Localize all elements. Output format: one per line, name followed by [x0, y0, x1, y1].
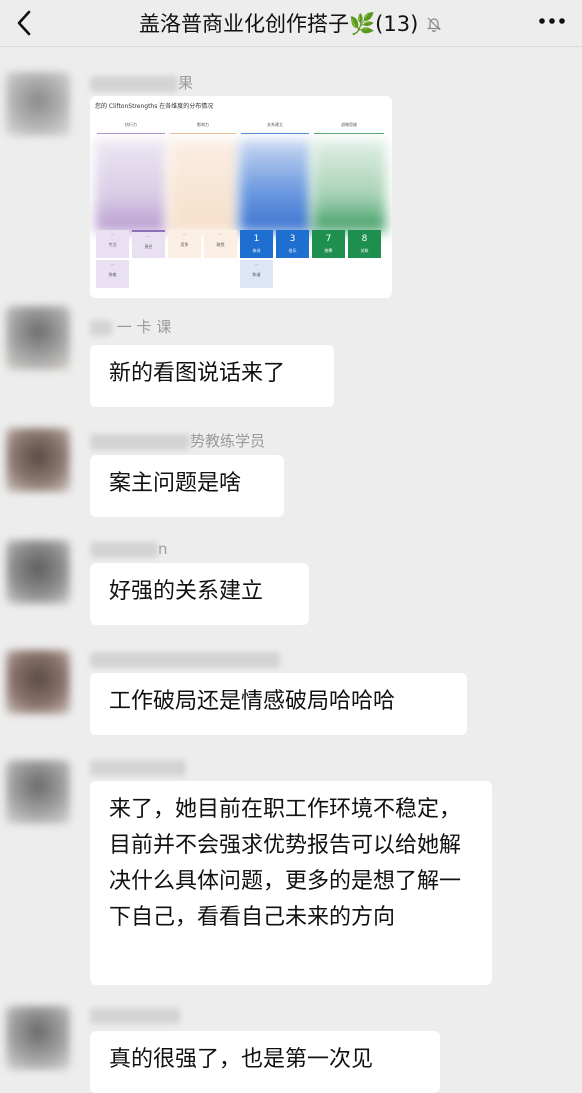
sender-name: [90, 650, 280, 668]
sender-name: 势教练学员: [90, 430, 265, 451]
sender-name: [90, 1006, 180, 1024]
blurred-region: [239, 140, 311, 232]
strength-cell-relationship-2: 3 伯乐: [276, 230, 309, 258]
domain-header-2: 关系建立: [239, 122, 311, 134]
leaf-icon: 🌿: [349, 12, 376, 36]
avatar[interactable]: [6, 72, 70, 136]
sender-name: n: [90, 540, 168, 558]
blurred-region: [95, 140, 167, 232]
message-bubble[interactable]: 工作破局还是情感破局哈哈哈: [90, 673, 467, 735]
strength-cell-relationship-1: 1 体谅: [240, 230, 273, 258]
muted-bell-icon: [425, 16, 443, 35]
domain-header-3: 战略思维: [312, 122, 386, 134]
strength-cell: ·· 取悦: [204, 230, 237, 258]
more-dots-icon[interactable]: [536, 6, 568, 43]
sender-name: 果: [90, 72, 193, 93]
strength-cell: ·· 排难: [96, 260, 129, 288]
strength-cell: ·· 专注: [96, 230, 129, 258]
group-name: 盖洛普商业化创作搭子: [139, 12, 350, 36]
strength-cell-strategic-2: 8 关联: [348, 230, 381, 258]
domain-header-1: 影响力: [168, 122, 238, 134]
message-bubble[interactable]: 真的很强了，也是第一次见: [90, 1031, 440, 1093]
avatar[interactable]: [6, 428, 70, 492]
avatar[interactable]: [6, 1006, 70, 1070]
message-bubble[interactable]: 新的看图说话来了: [90, 345, 334, 407]
strength-cell-strategic-1: 7 统筹: [312, 230, 345, 258]
member-count: (13): [375, 12, 419, 36]
chat-header: 盖洛普商业化创作搭子🌿(13): [0, 0, 582, 47]
avatar[interactable]: [6, 650, 70, 714]
sender-name: [90, 758, 186, 776]
strength-cell: ·· 责任: [132, 230, 165, 258]
blurred-region: [312, 140, 386, 232]
domain-header-0: 执行力: [95, 122, 167, 134]
avatar[interactable]: [6, 760, 70, 824]
chat-title: 盖洛普商业化创作搭子🌿(13): [60, 8, 522, 38]
message-bubble[interactable]: 好强的关系建立: [90, 563, 309, 625]
image-title: 您的 CliftonStrengths 在各维度的分布情况: [95, 103, 214, 110]
strength-cell: ·· 竞争: [168, 230, 201, 258]
message-bubble[interactable]: 来了，她目前在职工作环境不稳定，目前并不会强求优势报告可以给她解决什么具体问题，…: [90, 781, 492, 985]
shared-image[interactable]: 您的 CliftonStrengths 在各维度的分布情况 执行力 影响力 关系…: [90, 96, 392, 298]
avatar[interactable]: [6, 540, 70, 604]
avatar[interactable]: [6, 306, 70, 370]
sender-name: 一 卡 课: [90, 316, 171, 337]
message-bubble[interactable]: 案主问题是啥: [90, 455, 284, 517]
strength-cell: ·· 和谐: [240, 260, 273, 288]
back-arrow-icon[interactable]: [10, 8, 40, 38]
blurred-region: [168, 140, 238, 232]
